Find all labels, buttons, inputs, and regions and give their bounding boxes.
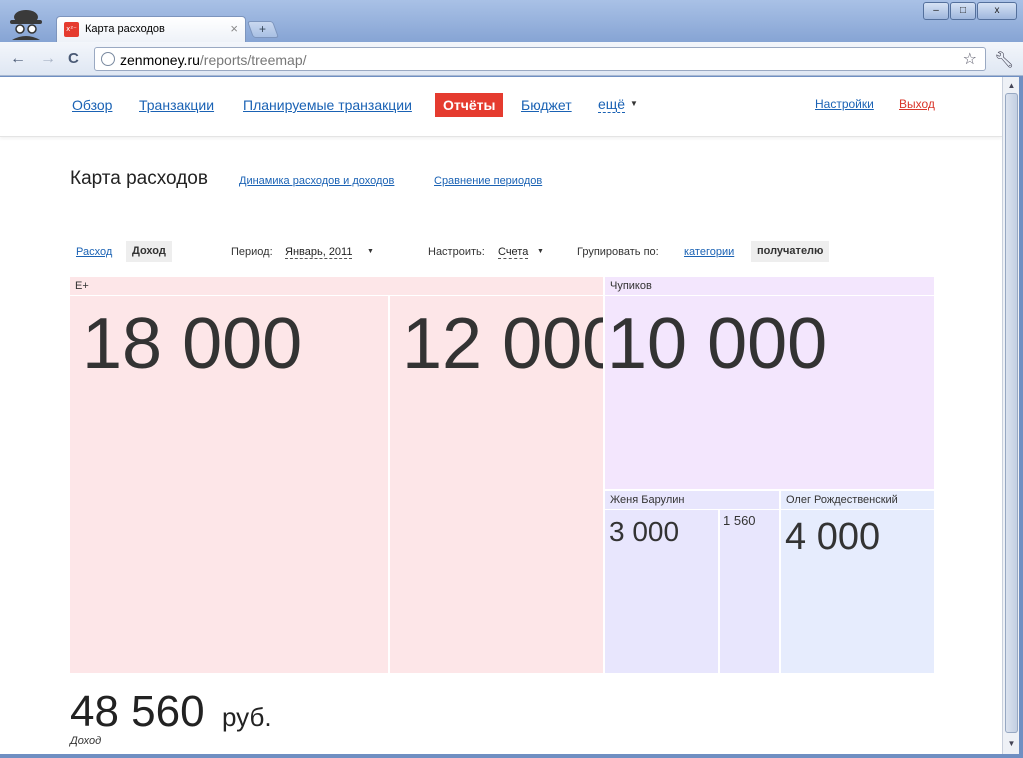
bookmark-star-icon[interactable]: ☆ (963, 49, 977, 69)
period-caret-icon: ▼ (367, 248, 374, 255)
treemap-cell[interactable]: 1 560 (720, 510, 779, 673)
close-window-button[interactable]: x (977, 2, 1017, 20)
accounts-caret-icon: ▼ (537, 248, 544, 255)
total-label: Доход (70, 735, 102, 747)
zenmoney-favicon-icon: x²⁻ (64, 22, 79, 37)
group-name: Е+ (75, 280, 89, 292)
treemap-group-header: Е+ (70, 277, 603, 295)
window-frame (0, 754, 1023, 758)
group-by-payee-selected[interactable]: получателю (751, 241, 830, 262)
nav-settings[interactable]: Настройки (815, 97, 874, 111)
browser-toolbar: ← → C zenmoney.ru/reports/treemap/ ☆ 🔧︎ (0, 42, 1023, 76)
globe-icon (101, 52, 115, 66)
minimize-button[interactable]: – (923, 2, 949, 20)
address-bar[interactable]: zenmoney.ru/reports/treemap/ ☆ (94, 47, 986, 71)
configure-label: Настроить: (428, 246, 485, 258)
url-text: zenmoney.ru/reports/treemap/ (120, 52, 307, 68)
group-by-label: Групировать по: (577, 246, 659, 258)
reload-icon[interactable]: C (68, 50, 79, 67)
window-frame (1019, 77, 1023, 758)
page-title: Карта расходов (70, 168, 208, 189)
tab-close-icon[interactable]: × (230, 21, 238, 36)
accounts-dropdown[interactable]: Счета (498, 246, 529, 259)
group-name: Чупиков (610, 280, 652, 292)
group-name: Женя Барулин (610, 494, 685, 506)
page-viewport: Обзор Транзакции Планируемые транзакции … (0, 77, 1002, 754)
window-controls: – □ x (922, 2, 1017, 20)
nav-budget[interactable]: Бюджет (521, 97, 572, 113)
treemap-group-header: Олег Рождественский (781, 491, 934, 509)
maximize-button[interactable]: □ (950, 2, 976, 20)
scroll-up-icon[interactable]: ▲ (1005, 79, 1018, 92)
total-currency: руб. (222, 702, 272, 732)
period-dropdown[interactable]: Январь, 2011 (285, 246, 353, 259)
back-arrow-icon[interactable]: ← (10, 50, 26, 68)
tab-title: Карта расходов (85, 23, 165, 35)
treemap-cell[interactable]: 18 000 (70, 296, 388, 673)
forward-arrow-icon[interactable]: → (40, 50, 56, 68)
url-host: zenmoney.ru (120, 52, 200, 68)
nav-more[interactable]: ещё (598, 97, 626, 113)
chevron-down-icon: ▼ (630, 99, 638, 108)
browser-tab[interactable]: x²⁻ Карта расходов × (56, 16, 246, 42)
new-tab-button[interactable]: + (246, 21, 280, 38)
scroll-down-icon[interactable]: ▼ (1005, 737, 1018, 750)
treemap-cell[interactable]: 3 000 (605, 510, 718, 673)
filter-expense[interactable]: Расход (76, 246, 112, 258)
filter-income-selected[interactable]: Доход (126, 241, 172, 262)
accounts-value: Счета (498, 246, 529, 258)
link-period-comparison[interactable]: Сравнение периодов (434, 175, 542, 187)
scrollbar-thumb[interactable] (1005, 93, 1018, 733)
total-amount: 48 560 (70, 687, 205, 736)
vertical-scrollbar[interactable]: ▲ ▼ (1002, 77, 1019, 754)
treemap-cell[interactable]: 12 000 (390, 296, 603, 673)
main-navigation: Обзор Транзакции Планируемые транзакции … (0, 77, 1002, 137)
treemap-cell[interactable]: 10 000 (605, 296, 934, 489)
period-label: Период: (231, 246, 273, 258)
treemap-group-header: Женя Барулин (605, 491, 779, 509)
group-name: Олег Рождественский (786, 494, 898, 506)
treemap-cell[interactable]: 4 000 (781, 510, 934, 673)
period-value: Январь, 2011 (285, 246, 353, 258)
treemap-group-header: Чупиков (605, 277, 934, 295)
nav-overview[interactable]: Обзор (72, 97, 112, 113)
browser-titlebar: x²⁻ Карта расходов × + – □ x (0, 0, 1023, 42)
link-income-expense-dynamics[interactable]: Динамика расходов и доходов (239, 175, 394, 187)
wrench-icon[interactable]: 🔧︎ (994, 50, 1014, 70)
nav-transactions[interactable]: Транзакции (139, 97, 214, 113)
group-by-category[interactable]: категории (684, 246, 734, 258)
nav-planned-transactions[interactable]: Планируемые транзакции (243, 97, 412, 113)
incognito-icon (10, 10, 42, 40)
plus-icon: + (259, 22, 267, 36)
nav-logout[interactable]: Выход (899, 97, 935, 111)
nav-reports[interactable]: Отчёты (435, 93, 504, 117)
url-path: /reports/treemap/ (199, 52, 307, 68)
